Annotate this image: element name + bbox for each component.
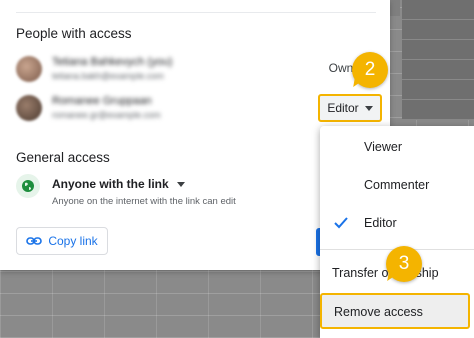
- people-with-access-title: People with access: [16, 26, 132, 41]
- caret-down-icon: [364, 105, 373, 111]
- menu-item-viewer[interactable]: Viewer: [320, 130, 474, 166]
- person-email: tetiana.bakh@example.com: [52, 71, 164, 81]
- menu-item-editor[interactable]: Editor: [320, 206, 474, 242]
- general-access-value: Anyone with the link: [52, 177, 169, 191]
- step-2-callout: 2: [352, 52, 388, 88]
- menu-item-label: Commenter: [364, 178, 430, 192]
- menu-item-remove-access[interactable]: Remove access: [320, 293, 470, 329]
- globe-icon: [16, 174, 40, 198]
- role-dropdown-label: Editor: [327, 101, 359, 115]
- menu-item-label: Transfer ownership: [332, 266, 439, 280]
- general-access-title: General access: [16, 150, 110, 165]
- menu-item-label: Remove access: [334, 305, 423, 319]
- menu-item-commenter[interactable]: Commenter: [320, 168, 474, 204]
- person-name: Tetiana Bahkevych (you): [52, 56, 173, 68]
- checkmark-icon: [334, 217, 348, 229]
- step-3-callout: 3: [386, 246, 422, 282]
- copy-link-label: Copy link: [48, 234, 98, 248]
- general-access-description: Anyone on the internet with the link can…: [52, 196, 236, 207]
- caret-down-icon: [176, 181, 185, 187]
- menu-item-label: Viewer: [364, 140, 402, 154]
- avatar: [16, 95, 42, 121]
- general-access-select[interactable]: Anyone with the link: [52, 177, 185, 191]
- link-icon: [26, 237, 43, 245]
- role-dropdown-button[interactable]: Editor: [318, 94, 382, 122]
- person-email: romanee.gr@example.com: [52, 110, 161, 120]
- person-row-owner: Tetiana Bahkevych (you) tetiana.bakh@exa…: [16, 54, 386, 84]
- spreadsheet-grid: [402, 0, 474, 120]
- person-name: Romanee Gruppaan: [52, 95, 152, 107]
- menu-item-label: Editor: [364, 216, 397, 230]
- divider: [16, 12, 376, 13]
- copy-link-button[interactable]: Copy link: [16, 227, 108, 255]
- avatar: [16, 56, 42, 82]
